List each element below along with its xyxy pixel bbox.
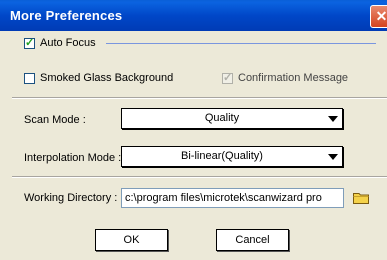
chevron-down-icon — [328, 116, 338, 122]
auto-focus-label: Auto Focus — [40, 37, 96, 49]
close-icon: ✕ — [375, 8, 387, 24]
interpolation-mode-dropdown[interactable]: Bi-linear(Quality) — [121, 146, 343, 167]
working-directory-label: Working Directory : — [24, 192, 118, 204]
separator — [12, 176, 387, 178]
cancel-button[interactable]: Cancel — [216, 229, 289, 251]
auto-focus-option[interactable]: Auto Focus — [24, 36, 96, 49]
confirmation-label: Confirmation Message — [238, 72, 349, 84]
more-preferences-dialog: More Preferences ✕ Auto Focus Smoked Gla… — [0, 0, 387, 260]
group-divider — [106, 43, 376, 44]
smoked-glass-label: Smoked Glass Background — [40, 72, 174, 84]
scan-mode-value: Quality — [204, 112, 240, 124]
smoked-glass-option[interactable]: Smoked Glass Background — [24, 72, 173, 84]
scan-mode-label: Scan Mode : — [24, 114, 86, 126]
chevron-down-icon — [328, 154, 338, 160]
ok-button[interactable]: OK — [95, 229, 168, 251]
working-directory-input[interactable]: c:\program files\microtek\scanwizard pro — [121, 188, 344, 208]
interpolation-mode-label: Interpolation Mode : — [24, 152, 122, 164]
smoked-glass-checkbox[interactable] — [24, 72, 35, 84]
dialog-body: Auto Focus Smoked Glass Background Confi… — [0, 31, 387, 260]
confirmation-option[interactable]: Confirmation Message — [222, 71, 349, 84]
separator — [12, 97, 387, 99]
close-button[interactable]: ✕ — [370, 5, 387, 28]
scan-mode-dropdown[interactable]: Quality — [121, 108, 343, 129]
dialog-title: More Preferences — [10, 8, 123, 23]
title-bar: More Preferences ✕ — [0, 0, 387, 31]
confirmation-checkbox[interactable] — [222, 71, 233, 84]
auto-focus-checkbox[interactable] — [24, 36, 35, 49]
interpolation-mode-value: Bi-linear(Quality) — [181, 150, 263, 162]
folder-icon[interactable] — [353, 192, 369, 204]
